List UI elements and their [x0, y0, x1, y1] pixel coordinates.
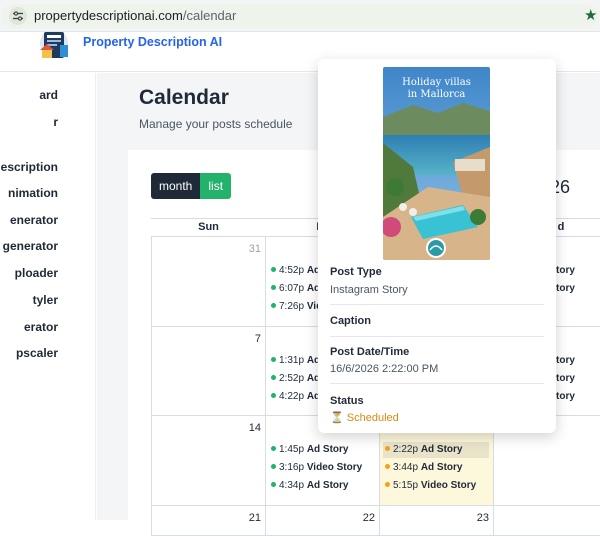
preview-title: Holiday villas in Mallorca: [383, 77, 490, 101]
calendar-event[interactable]: tory: [556, 263, 600, 279]
weekday-sun: Sun: [151, 221, 266, 233]
calendar-event[interactable]: tory: [556, 371, 600, 387]
status-dot: [385, 482, 390, 487]
status-dot: [271, 303, 276, 308]
day-cell[interactable]: 23: [380, 506, 494, 536]
sidebar-item-generator-3[interactable]: erator: [0, 320, 96, 340]
calendar-event[interactable]: tory: [556, 353, 600, 369]
day-cell[interactable]: 22: [266, 506, 380, 536]
month-view-button[interactable]: month: [151, 173, 200, 199]
status-dot: [385, 446, 390, 451]
post-type-value: Instagram Story: [330, 284, 408, 296]
status-label: Status: [330, 395, 364, 407]
status-dot: [385, 464, 390, 469]
calendar-event[interactable]: tory: [556, 389, 600, 405]
post-preview-image: Holiday villas in Mallorca: [383, 67, 490, 260]
divider: [330, 383, 544, 384]
sidebar-item-description[interactable]: description: [0, 160, 96, 180]
calendar-event[interactable]: tory: [556, 281, 600, 297]
sidebar: ard r description nimation enerator gene…: [0, 73, 96, 520]
day-number: 23: [477, 512, 489, 524]
caption-label: Caption: [330, 315, 371, 327]
sidebar-item-generator-2[interactable]: generator: [0, 239, 96, 259]
brand-name[interactable]: Property Description AI: [83, 35, 222, 49]
calendar-event[interactable]: 3:44p Ad Story: [385, 460, 491, 476]
status-value: ⏳ Scheduled: [330, 411, 399, 424]
day-cell[interactable]: 7: [151, 327, 266, 416]
status-dot: [271, 285, 276, 290]
date-value: 16/6/2026 2:22:00 PM: [330, 363, 438, 375]
sidebar-item-animation[interactable]: nimation: [0, 186, 96, 206]
url-text: propertydescriptionai.com/calendar: [34, 8, 236, 23]
day-number: 31: [249, 243, 261, 255]
event-details-popover: Holiday villas in Mallorca Post Type Ins…: [318, 59, 556, 433]
day-cell[interactable]: 21: [151, 506, 266, 536]
page-subtitle: Manage your posts schedule: [139, 117, 292, 131]
status-dot: [271, 446, 276, 451]
divider: [330, 304, 544, 305]
post-type-label: Post Type: [330, 266, 382, 278]
browser-address-bar: propertydescriptionai.com/calendar ★: [0, 0, 600, 32]
calendar-event[interactable]: 3:16p Video Story: [271, 460, 377, 476]
view-toggle: month list: [151, 173, 231, 199]
divider: [330, 336, 544, 337]
day-number: 14: [249, 422, 261, 434]
status-dot: [271, 464, 276, 469]
day-cell[interactable]: 14: [151, 416, 266, 506]
hourglass-icon: ⏳: [330, 412, 344, 424]
bookmark-star-icon[interactable]: ★: [584, 6, 597, 24]
sidebar-item-generator[interactable]: enerator: [0, 213, 96, 233]
status-dot: [271, 393, 276, 398]
sidebar-item-styler[interactable]: tyler: [0, 293, 96, 313]
day-number: 7: [255, 333, 261, 345]
sidebar-item-2[interactable]: r: [0, 115, 96, 135]
status-dot: [271, 482, 276, 487]
day-cell[interactable]: 31: [151, 237, 266, 327]
calendar-event[interactable]: 1:45p Ad Story: [271, 442, 377, 458]
house-document-logo: [36, 32, 72, 60]
calendar-event[interactable]: 5:15p Video Story: [385, 478, 491, 494]
site-settings-icon[interactable]: [9, 7, 27, 25]
status-dot: [271, 375, 276, 380]
url-field[interactable]: propertydescriptionai.com/calendar ★: [2, 4, 598, 28]
list-view-button[interactable]: list: [200, 173, 231, 199]
status-dot: [271, 267, 276, 272]
sidebar-item-dashboard[interactable]: ard: [0, 88, 96, 108]
sidebar-item-uploader[interactable]: ploader: [0, 266, 96, 286]
day-cell[interactable]: 2: [494, 506, 600, 536]
calendar-event[interactable]: 4:34p Ad Story: [271, 478, 377, 494]
page-title: Calendar: [139, 86, 229, 110]
date-label: Post Date/Time: [330, 346, 409, 358]
day-number: 22: [363, 512, 375, 524]
status-dot: [271, 357, 276, 362]
sidebar-item-upscaler[interactable]: pscaler: [0, 346, 96, 366]
day-number: 21: [249, 512, 261, 524]
calendar-event-selected[interactable]: 2:22p Ad Story: [383, 442, 489, 458]
